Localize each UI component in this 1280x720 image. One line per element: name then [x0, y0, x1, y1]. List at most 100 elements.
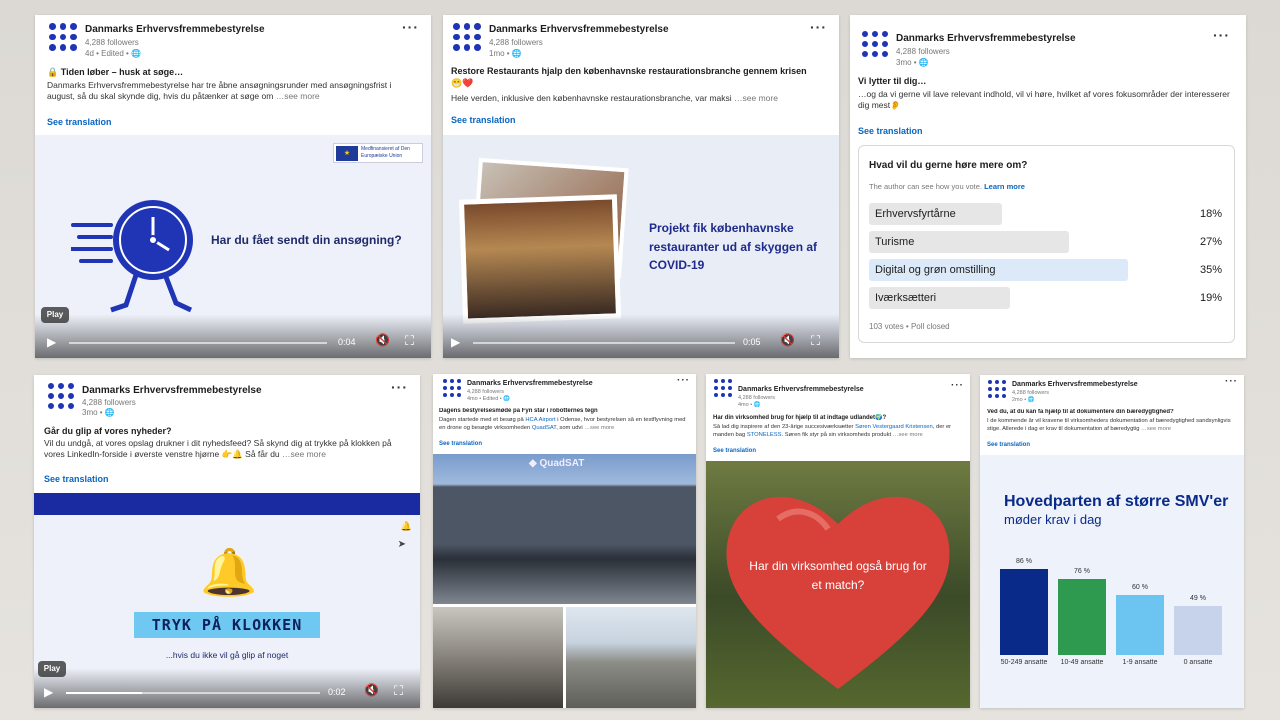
see-translation-link[interactable]: See translation: [47, 117, 112, 127]
see-translation-link[interactable]: See translation: [451, 115, 516, 125]
org-logo[interactable]: [714, 379, 732, 397]
video-progress-track[interactable]: [473, 342, 735, 344]
group-photo: [433, 454, 696, 604]
mention-link[interactable]: HCA Airport: [525, 417, 555, 423]
org-logo[interactable]: [49, 23, 77, 51]
mention-link[interactable]: Søren Vestergaard Kristensen: [855, 424, 933, 430]
post-card-5: Danmarks Erhvervsfremmebestyrelse 4,288 …: [433, 374, 696, 708]
chart-value-label: 76 %: [1074, 568, 1090, 575]
post-title: 🔒 Tiden løber – husk at søge…: [47, 67, 184, 77]
org-name[interactable]: Danmarks Erhvervsfremmebestyrelse: [896, 33, 1076, 44]
post-meta: 2mo • 🌐: [1012, 397, 1035, 403]
photo-collage[interactable]: ◆ QuadSAT: [433, 454, 696, 708]
play-button[interactable]: ▶: [44, 685, 53, 699]
fullscreen-icon[interactable]: ⛶: [405, 333, 414, 349]
org-logo[interactable]: [862, 31, 888, 57]
mute-icon[interactable]: 🔇: [364, 683, 379, 697]
fullscreen-icon[interactable]: ⛶: [394, 683, 403, 699]
bell-icon: 🔔: [200, 546, 258, 598]
media-headline: Har din virksomhed også brug for et matc…: [749, 559, 927, 592]
video-time: 0:04: [338, 337, 356, 347]
post-body: I de kommende år vil kravene til virksom…: [987, 418, 1231, 432]
see-more-link[interactable]: …see more: [893, 432, 923, 438]
more-options-button[interactable]: ···: [677, 375, 690, 386]
chart-bar: [1116, 595, 1164, 655]
mute-icon[interactable]: 🔇: [780, 333, 795, 347]
followers-count: 4,288 followers: [738, 395, 775, 401]
post-meta: 4mo • Edited • 🌐: [467, 396, 511, 402]
video-player[interactable]: ★ Medfinansieret af Den Europæiske Union…: [35, 135, 431, 358]
see-more-link[interactable]: …see more: [584, 425, 614, 431]
bar-chart-image[interactable]: Hovedparten af større SMV'er møder krav …: [980, 455, 1244, 708]
followers-count: 4,288 followers: [489, 38, 543, 47]
org-name[interactable]: Danmarks Erhvervsfremmebestyrelse: [82, 385, 262, 396]
globe-icon: 🌐: [918, 58, 929, 67]
poll-option-2: Turisme 27%: [869, 231, 1222, 253]
poll-option-percent: 27%: [1199, 236, 1222, 248]
play-button[interactable]: ▶: [47, 335, 56, 349]
video-progress-fill: [66, 692, 143, 694]
globe-icon: 🌐: [1027, 397, 1035, 403]
hangar-sign: ◆ QuadSAT: [529, 458, 585, 469]
more-options-button[interactable]: ···: [1225, 376, 1238, 387]
heart-image[interactable]: Har din virksomhed også brug for et matc…: [706, 461, 970, 708]
see-more-link[interactable]: …see more: [1141, 426, 1171, 432]
post-title: Ved du, at du kan få hjælp til at dokume…: [987, 409, 1174, 415]
post-title: Dagens bestyrelsesmøde på Fyn står i rob…: [439, 408, 598, 414]
followers-count: 4,288 followers: [467, 389, 504, 395]
org-name[interactable]: Danmarks Erhvervsfremmebestyrelse: [85, 24, 265, 35]
chart-category-label: 10-49 ansatte: [1060, 659, 1104, 666]
mute-icon[interactable]: 🔇: [375, 333, 390, 347]
chart-plot-area: 86 % 50-249 ansatte 76 % 10-49 ansatte 60 % 1…: [996, 555, 1232, 685]
more-options-button[interactable]: ···: [402, 19, 419, 35]
media-headline: Projekt fik københavnske restauranter ud…: [649, 221, 818, 273]
org-name[interactable]: Danmarks Erhvervsfremmebestyrelse: [738, 386, 864, 393]
see-more-link[interactable]: …see more: [734, 93, 778, 103]
org-logo[interactable]: [453, 23, 481, 51]
more-options-button[interactable]: ···: [391, 379, 408, 395]
see-translation-link[interactable]: See translation: [713, 448, 756, 454]
video-player[interactable]: Projekt fik københavnske restauranter ud…: [443, 135, 839, 358]
post-title: Går du glip af vores nyheder?: [44, 426, 172, 436]
see-translation-link[interactable]: See translation: [44, 474, 109, 484]
org-logo[interactable]: [443, 379, 461, 397]
see-translation-link[interactable]: See translation: [858, 126, 923, 136]
org-name[interactable]: Danmarks Erhvervsfremmebestyrelse: [467, 380, 593, 387]
video-progress-track[interactable]: [69, 342, 327, 344]
fullscreen-icon[interactable]: ⛶: [811, 333, 820, 349]
post-body: Danmarks Erhvervsfremmebestyrelse har tr…: [47, 80, 392, 102]
org-logo[interactable]: [48, 383, 74, 409]
see-translation-link[interactable]: See translation: [439, 441, 482, 447]
poll-option-3: Digital og grøn omstilling 35%: [869, 259, 1222, 281]
more-options-button[interactable]: ···: [1213, 27, 1230, 43]
poll-footer: 103 votes • Poll closed: [869, 322, 950, 331]
chart-value-label: 86 %: [1016, 558, 1032, 565]
poll-question: Hvad vil du gerne høre mere om?: [869, 160, 1028, 171]
org-name[interactable]: Danmarks Erhvervsfremmebestyrelse: [489, 24, 669, 35]
play-button[interactable]: ▶: [451, 335, 460, 349]
followers-count: 4,288 followers: [1012, 390, 1049, 396]
video-player[interactable]: 🔔 🔔 ➤ TRYK PÅ KLOKKEN ...hvis du ikke vi…: [34, 493, 420, 708]
eu-label: Medfinansieret af Den Europæiske Union: [361, 146, 410, 159]
video-progress-track[interactable]: [66, 692, 320, 694]
mention-link[interactable]: QuadSAT: [532, 425, 556, 431]
video-time: 0:05: [743, 337, 761, 347]
small-bell-icon: 🔔: [400, 521, 412, 531]
more-options-button[interactable]: ···: [810, 19, 827, 35]
post-meta: 1mo • 🌐: [489, 49, 522, 58]
post-body: Vil du undgå, at vores opslag drukner i …: [44, 438, 392, 460]
learn-more-link[interactable]: Learn more: [984, 182, 1025, 191]
see-translation-link[interactable]: See translation: [987, 442, 1030, 448]
play-badge[interactable]: Play: [38, 661, 66, 677]
post-title: Restore Restaurants hjalp den københavns…: [451, 66, 807, 76]
poll-option-percent: 18%: [1199, 208, 1222, 220]
more-options-button[interactable]: ···: [951, 380, 964, 391]
play-badge[interactable]: Play: [41, 307, 69, 323]
mention-link[interactable]: STONELESS: [747, 432, 782, 438]
see-more-link[interactable]: …see more: [282, 449, 326, 459]
see-more-link[interactable]: …see more: [276, 91, 320, 101]
org-name[interactable]: Danmarks Erhvervsfremmebestyrelse: [1012, 381, 1138, 388]
org-logo[interactable]: [988, 380, 1006, 398]
poll-option-1: Erhvervsfyrtårne 18%: [869, 203, 1222, 225]
media-subtext: ...hvis du ikke vil gå glip af noget: [165, 650, 289, 660]
